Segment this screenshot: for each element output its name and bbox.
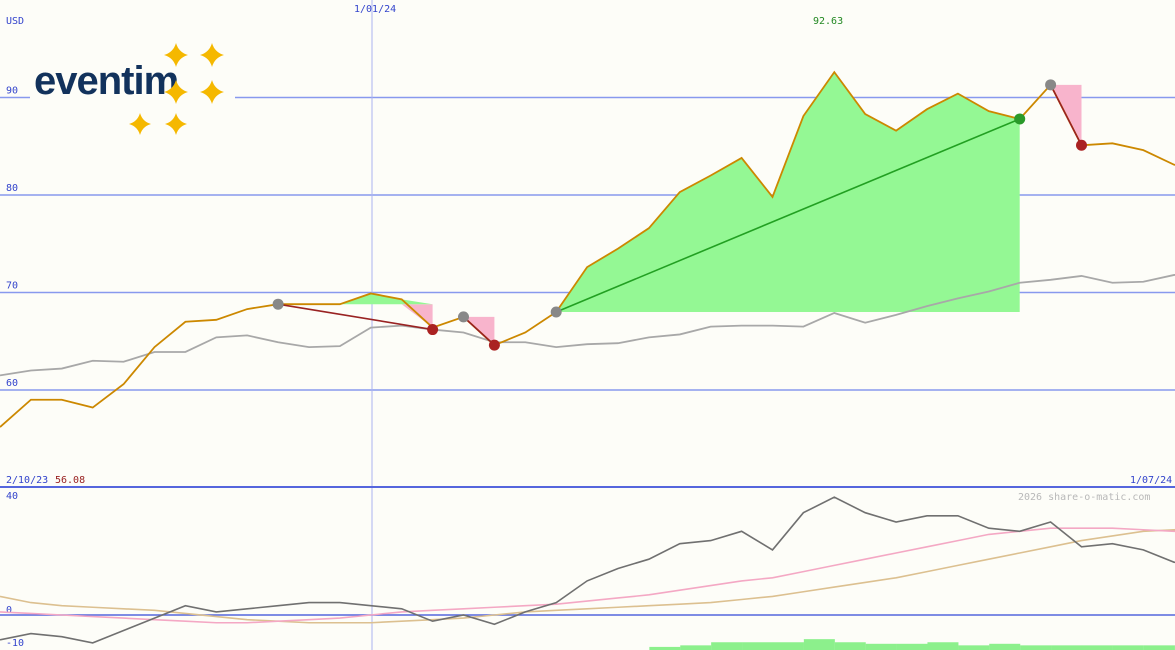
volume-bar-13 — [1051, 645, 1083, 650]
x-range-end-label: 1/07/24 — [1130, 475, 1172, 486]
y-tick-label-70: 70 — [6, 281, 18, 292]
share-chart: 60 70 80 90 40 0 -10 eventim USD 1/01/24 92.63… — [0, 0, 1175, 650]
trade-entry-marker-3 — [1045, 79, 1057, 91]
y-tick-label-90: 90 — [6, 86, 18, 97]
y-unit-label: USD — [6, 16, 24, 27]
volume-bar-14 — [1081, 645, 1113, 650]
trade-exit-marker-0 — [427, 324, 439, 336]
x-tick-label-jan-2024: 1/01/24 — [354, 4, 396, 15]
volume-bar-10 — [958, 645, 990, 650]
trade-exit-marker-2 — [1014, 113, 1026, 125]
volume-bar-4 — [772, 642, 804, 650]
y-tick-label-60: 60 — [6, 378, 18, 389]
volume-bar-6 — [834, 642, 866, 650]
trade-exit-marker-1 — [488, 339, 500, 351]
volume-bar-16 — [1143, 645, 1175, 650]
logo-wordmark: eventim — [34, 59, 178, 103]
volume-bar-2 — [711, 642, 743, 650]
copyright-label: 2026 share-o-matic.com — [1018, 492, 1150, 503]
trade-exit-marker-3 — [1076, 139, 1087, 151]
volume-bar-8 — [896, 643, 928, 650]
trade-entry-marker-1 — [458, 311, 469, 323]
volume-bar-7 — [865, 643, 897, 650]
y-tick-label-80: 80 — [6, 183, 18, 194]
volume-bar-9 — [927, 642, 959, 650]
x-range-start-label: 2/10/23 — [6, 475, 48, 486]
volume-bar-12 — [1020, 645, 1052, 650]
volume-bar-1 — [680, 645, 712, 650]
trade-entry-marker-2 — [550, 306, 562, 318]
osc-tick-label--10: -10 — [6, 638, 24, 649]
osc-tick-label-40: 40 — [6, 491, 18, 502]
volume-bar-3 — [742, 642, 774, 650]
start-value-label: 56.08 — [55, 475, 85, 486]
volume-bar-15 — [1112, 645, 1144, 650]
trade-entry-marker-0 — [272, 298, 284, 310]
osc-tick-label-0: 0 — [6, 605, 12, 616]
volume-bar-5 — [803, 639, 835, 650]
peak-value-label: 92.63 — [813, 16, 843, 27]
volume-bar-11 — [989, 643, 1021, 650]
